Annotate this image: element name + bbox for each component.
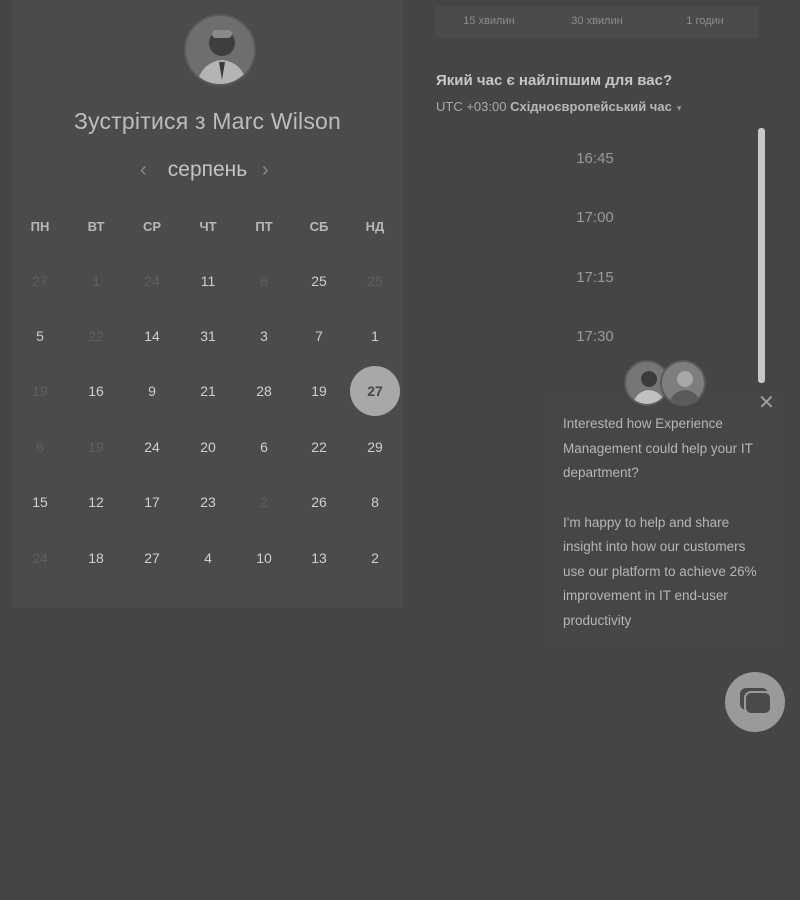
month-label: серпень xyxy=(167,158,248,181)
calendar-day: 1 xyxy=(92,273,100,289)
next-month-icon[interactable]: › xyxy=(262,159,269,182)
chat-launcher-button[interactable] xyxy=(725,672,785,732)
time-slot[interactable]: 17:15 xyxy=(520,269,670,286)
calendar-day[interactable]: 18 xyxy=(71,533,121,583)
calendar-day[interactable]: 28 xyxy=(239,366,289,416)
calendar-day[interactable]: 1 xyxy=(350,311,400,361)
weekday-label: ПТ xyxy=(255,219,273,234)
duration-option-60[interactable]: 1 годин xyxy=(651,15,759,27)
calendar-day[interactable]: 13 xyxy=(294,533,344,583)
weekday-label: ВТ xyxy=(87,219,105,234)
calendar-day[interactable]: 11 xyxy=(183,256,233,306)
calendar-day[interactable]: 29 xyxy=(350,422,400,472)
time-slot[interactable]: 17:30 xyxy=(520,328,670,345)
meeting-title: Зустрітися з Marc Wilson xyxy=(73,108,342,134)
calendar-day[interactable]: 9 xyxy=(127,366,177,416)
calendar-day[interactable]: 24 xyxy=(127,422,177,472)
calendar-day: 22 xyxy=(88,328,104,344)
calendar-day[interactable]: 22 xyxy=(294,422,344,472)
chat-message-line: insight into how our customers xyxy=(563,539,746,554)
time-slot[interactable]: 17:00 xyxy=(520,209,670,226)
calendar-day: 24 xyxy=(144,273,160,289)
calendar-day[interactable]: 10 xyxy=(239,533,289,583)
calendar-day: 6 xyxy=(36,439,44,455)
calendar-day: 19 xyxy=(32,383,48,399)
chat-message-line: I'm happy to help and share xyxy=(563,515,730,530)
calendar-day[interactable]: 27 xyxy=(127,533,177,583)
calendar-day[interactable]: 20 xyxy=(183,422,233,472)
calendar-day: 8 xyxy=(260,273,268,289)
calendar-day[interactable]: 19 xyxy=(294,366,344,416)
calendar-day[interactable]: 16 xyxy=(71,366,121,416)
chat-bubble-icon xyxy=(740,688,772,715)
calendar-day[interactable]: 2 xyxy=(350,533,400,583)
host-avatar xyxy=(184,14,256,86)
weekday-label: НД xyxy=(365,219,385,234)
calendar-day: 19 xyxy=(88,439,104,455)
calendar-day[interactable]: 15 xyxy=(15,477,65,527)
calendar-day: 2 xyxy=(260,494,268,510)
duration-option-15[interactable]: 15 хвилин xyxy=(435,15,543,27)
calendar-day[interactable]: 12 xyxy=(71,477,121,527)
calendar-day-selected[interactable]: 27 xyxy=(350,366,400,416)
duration-option-30[interactable]: 30 хвилин xyxy=(543,15,651,27)
scheduler-panel: Зустрітися з Marc Wilson ‹ серпень › ПН В… xyxy=(12,0,403,608)
weekday-label: ПН xyxy=(30,219,50,234)
calendar-day[interactable]: 3 xyxy=(239,311,289,361)
chevron-down-icon: ▾ xyxy=(676,103,682,113)
calendar-day: 24 xyxy=(32,550,48,566)
chat-message-line: Interested how Experience xyxy=(563,416,723,431)
timezone-offset: UTC +03:00 xyxy=(436,99,507,114)
calendar-day[interactable]: 14 xyxy=(127,311,177,361)
chat-message-line: improvement in IT end-user xyxy=(563,588,728,603)
timezone-selector[interactable]: UTC +03:00 Східноєвропейський час ▾ xyxy=(436,99,681,114)
time-slot-scrollbar[interactable] xyxy=(758,128,765,383)
month-navigation: ‹ серпень › xyxy=(12,156,403,186)
calendar-day[interactable]: 6 xyxy=(239,422,289,472)
chat-message-line: use our platform to achieve 26% xyxy=(563,564,757,579)
close-icon[interactable]: ✕ xyxy=(758,392,775,414)
calendar-day[interactable]: 7 xyxy=(294,311,344,361)
time-question-heading: Який час є найліпшим для вас? xyxy=(436,72,673,89)
weekday-label: СР xyxy=(142,219,162,234)
weekday-label: СБ xyxy=(309,219,329,234)
calendar-day[interactable]: 26 xyxy=(294,477,344,527)
chat-message-line: Management could help your IT xyxy=(563,441,753,456)
calendar-day[interactable]: 25 xyxy=(294,256,344,306)
calendar-day: 25 xyxy=(367,273,383,289)
chat-message-line: department? xyxy=(563,465,639,480)
calendar-day[interactable]: 5 xyxy=(15,311,65,361)
calendar-day[interactable]: 23 xyxy=(183,477,233,527)
chat-message-line: productivity xyxy=(563,613,632,628)
timezone-name: Східноєвропейський час xyxy=(510,99,672,114)
calendar-day[interactable]: 8 xyxy=(350,477,400,527)
calendar-day[interactable]: 17 xyxy=(127,477,177,527)
duration-selector: 15 хвилин 30 хвилин 1 годин xyxy=(435,6,759,38)
calendar-day: 27 xyxy=(32,273,48,289)
time-slot[interactable]: 16:45 xyxy=(520,150,670,167)
chat-agent-avatar xyxy=(660,360,706,406)
calendar-day[interactable]: 4 xyxy=(183,533,233,583)
calendar-day[interactable]: 31 xyxy=(183,311,233,361)
calendar-day[interactable]: 21 xyxy=(183,366,233,416)
weekday-label: ЧТ xyxy=(199,219,217,234)
